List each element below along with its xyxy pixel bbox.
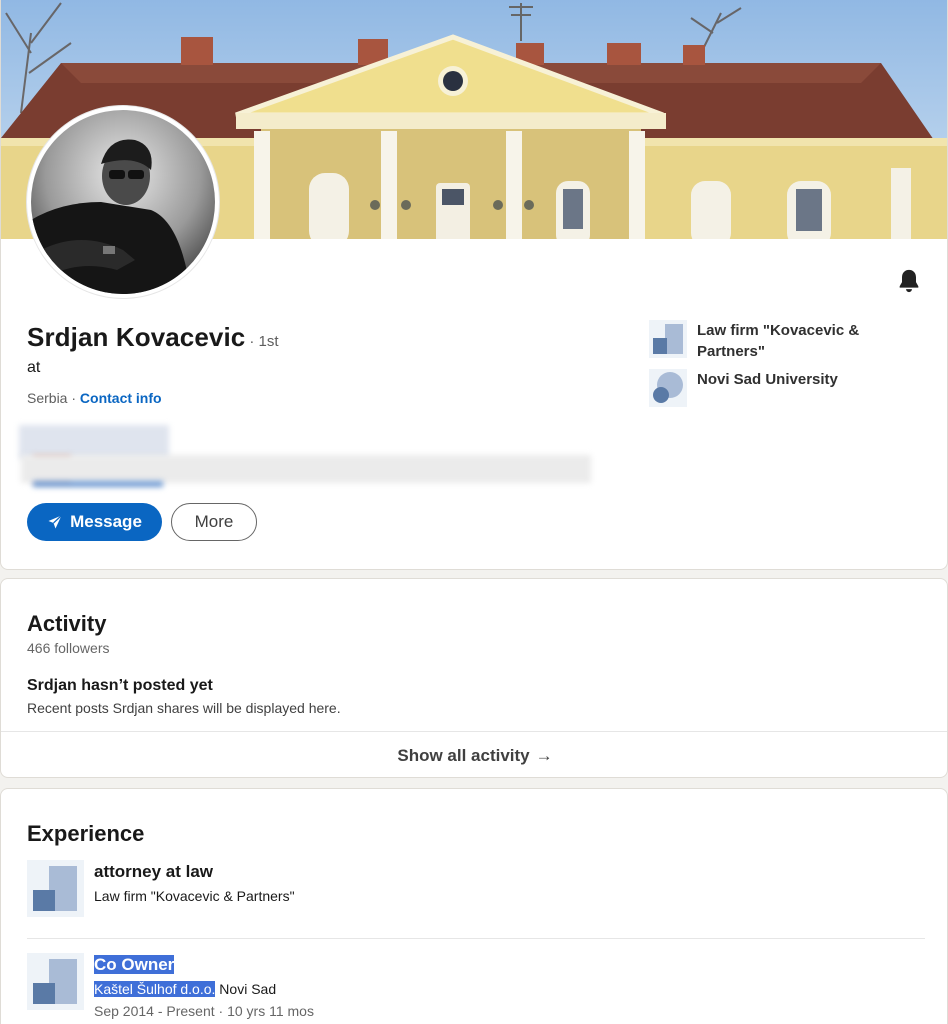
- message-button[interactable]: Message: [27, 503, 162, 541]
- name-row: Srdjan Kovacevic · 1st: [27, 322, 279, 353]
- experience-divider: [27, 938, 925, 939]
- profile-name: Srdjan Kovacevic: [27, 322, 246, 352]
- experience-dates: Sep 2014 - Present · 10 yrs 11 mos: [94, 1003, 314, 1019]
- experience-heading: Experience: [27, 821, 145, 846]
- message-button-label: Message: [70, 512, 142, 531]
- location-text: Serbia: [27, 390, 68, 406]
- activity-card: Activity 466 followers Srdjan hasn’t pos…: [0, 578, 948, 778]
- more-button[interactable]: More: [171, 503, 257, 541]
- bell-icon[interactable]: [895, 267, 923, 295]
- experience-company: Kaštel Šulhof d.o.o.: [94, 981, 216, 997]
- profile-avatar[interactable]: [27, 106, 219, 298]
- experience-location: Novi Sad: [215, 981, 277, 997]
- show-all-activity-label: Show all activity: [397, 745, 530, 765]
- experience-item[interactable]: attorney at law Law firm "Kovacevic & Pa…: [27, 860, 295, 917]
- company-logo-icon: [649, 320, 687, 358]
- company-logo-icon: [27, 953, 84, 1010]
- show-all-activity-button[interactable]: Show all activity →: [1, 732, 947, 777]
- experience-title: Co Owner: [94, 955, 175, 974]
- activity-heading: Activity: [27, 611, 107, 636]
- experience-details: Co Owner Kaštel Šulhof d.o.o. Novi Sad S…: [94, 953, 314, 1019]
- send-icon: [48, 515, 62, 529]
- location-row: Serbia · Contact info: [27, 390, 162, 406]
- connection-degree: · 1st: [249, 333, 279, 350]
- company-logo-icon: [27, 860, 84, 917]
- current-company-label: Law firm "Kovacevic & Partners": [697, 322, 860, 360]
- recent-posts-note: Recent posts Srdjan shares will be displ…: [27, 700, 341, 716]
- education-label: Novi Sad University: [697, 371, 838, 388]
- arrow-right-icon: →: [535, 745, 553, 765]
- experience-item[interactable]: Co Owner Kaštel Šulhof d.o.o. Novi Sad S…: [27, 953, 314, 1019]
- current-company-link[interactable]: Law firm "Kovacevic & Partners": [649, 320, 887, 362]
- not-posted-heading: Srdjan hasn’t posted yet: [27, 677, 213, 694]
- contact-info-link[interactable]: Contact info: [80, 390, 162, 406]
- experience-card: Experience attorney at law Law firm "Kov…: [0, 788, 948, 1024]
- followers-count[interactable]: 466 followers: [27, 640, 110, 656]
- experience-title: attorney at law: [94, 862, 214, 881]
- education-link[interactable]: Novi Sad University: [649, 369, 887, 407]
- profile-card: Srdjan Kovacevic · 1st at Serbia · Conta…: [0, 0, 948, 570]
- profile-headline: at: [27, 359, 41, 376]
- experience-company: Law firm "Kovacevic & Partners": [94, 888, 295, 904]
- location-separator: ·: [67, 390, 80, 406]
- school-logo-icon: [649, 369, 687, 407]
- experience-details: attorney at law Law firm "Kovacevic & Pa…: [94, 860, 295, 917]
